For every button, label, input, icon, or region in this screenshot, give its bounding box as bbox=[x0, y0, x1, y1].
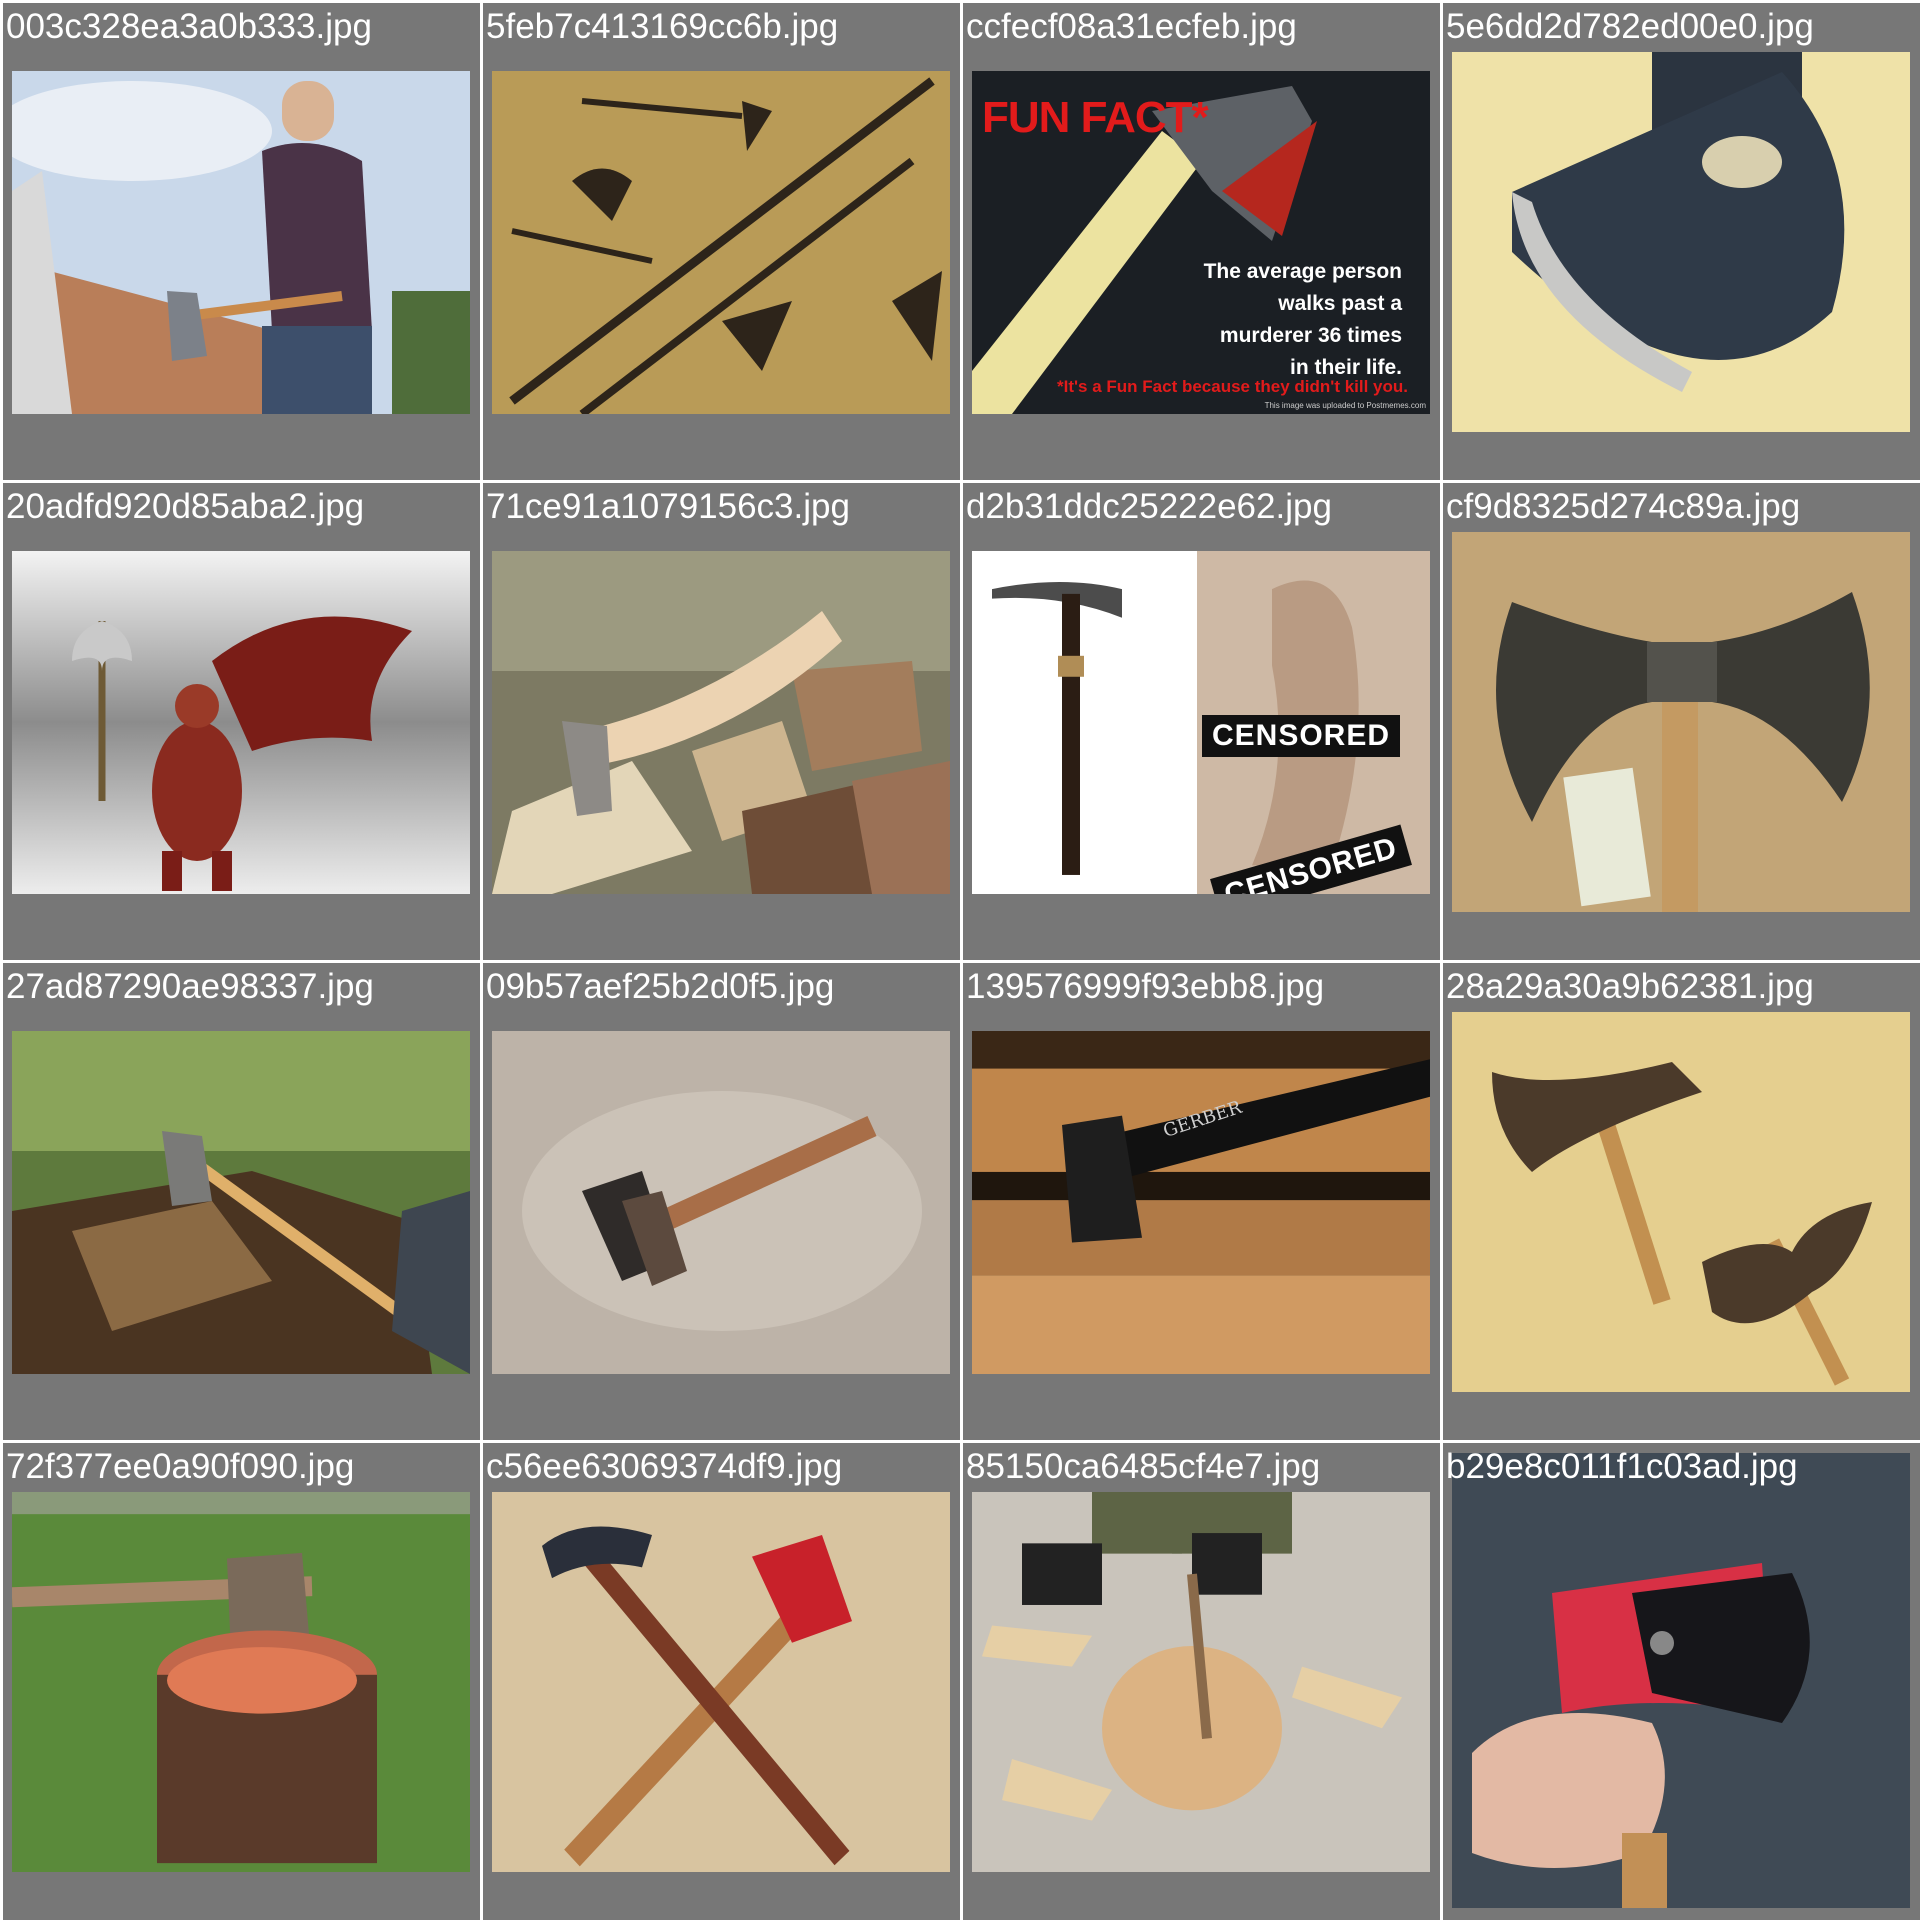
image-tile[interactable]: 71ce91a1079156c3.jpg bbox=[483, 483, 960, 960]
tile-filename: d2b31ddc25222e62.jpg bbox=[966, 487, 1332, 526]
image-tile[interactable]: b29e8c011f1c03ad.jpg bbox=[1443, 1443, 1920, 1920]
thumbnail-hand-holding-red-hatchet[interactable] bbox=[1452, 1453, 1910, 1908]
thumbnail-two-antique-axes[interactable] bbox=[1452, 1012, 1910, 1392]
tile-filename: cf9d8325d274c89a.jpg bbox=[1446, 487, 1801, 526]
meme-body: The average person walks past a murderer… bbox=[1203, 260, 1402, 379]
image-tile[interactable]: 5e6dd2d782ed00e0.jpg bbox=[1443, 3, 1920, 480]
thumbnail-axe-in-stump-grass[interactable] bbox=[12, 1492, 470, 1872]
image-tile[interactable]: 5feb7c413169cc6b.jpg bbox=[483, 3, 960, 480]
tile-filename: c56ee63069374df9.jpg bbox=[486, 1447, 843, 1486]
image-tile[interactable]: 85150ca6485cf4e7.jpg bbox=[963, 1443, 1440, 1920]
image-tile[interactable]: 003c328ea3a0b333.jpg bbox=[3, 3, 480, 480]
tile-filename: 72f377ee0a90f090.jpg bbox=[6, 1447, 355, 1486]
tile-filename: 28a29a30a9b62381.jpg bbox=[1446, 967, 1814, 1006]
image-tile[interactable]: 20adfd920d85aba2.jpg bbox=[3, 483, 480, 960]
thumbnail-axe-head-closeup[interactable] bbox=[1452, 52, 1910, 432]
image-tile[interactable]: d2b31ddc25222e62.jpg CENSORED CENSORED bbox=[963, 483, 1440, 960]
thumbnail-hammer-and-red-hatchet[interactable] bbox=[492, 1492, 950, 1872]
tile-filename: ccfecf08a31ecfeb.jpg bbox=[966, 7, 1297, 46]
thumbnail-double-axe-with-bill[interactable] bbox=[1452, 532, 1910, 912]
tile-filename: 85150ca6485cf4e7.jpg bbox=[966, 1447, 1321, 1486]
image-tile[interactable]: 139576999f93ebb8.jpg GERBER bbox=[963, 963, 1440, 1440]
thumbnail-gerber-axe-on-logs[interactable]: GERBER bbox=[972, 1031, 1430, 1374]
thumbnail-tomahawk-and-censored-poster[interactable]: CENSORED CENSORED bbox=[972, 551, 1430, 894]
tile-filename: 27ad87290ae98337.jpg bbox=[6, 967, 374, 1006]
thumbnail-pole-weapons[interactable] bbox=[492, 71, 950, 414]
tile-filename: 71ce91a1079156c3.jpg bbox=[486, 487, 850, 526]
thumbnail-fun-fact-meme[interactable]: FUN FACT* The average person walks past … bbox=[972, 71, 1430, 414]
image-grid: 003c328ea3a0b333.jpg 5feb7c413169cc6b.jp… bbox=[0, 0, 1920, 1920]
tile-filename: 139576999f93ebb8.jpg bbox=[966, 967, 1325, 1006]
thumbnail-splitting-wood[interactable] bbox=[972, 1492, 1430, 1872]
meme-credit: This image was uploaded to Postmemes.com bbox=[1264, 401, 1426, 410]
image-tile[interactable]: cf9d8325d274c89a.jpg bbox=[1443, 483, 1920, 960]
tile-filename: b29e8c011f1c03ad.jpg bbox=[1446, 1447, 1798, 1486]
image-tile[interactable]: 28a29a30a9b62381.jpg bbox=[1443, 963, 1920, 1440]
thumbnail-woman-axing-log[interactable] bbox=[12, 71, 470, 414]
thumbnail-demon-figurine[interactable] bbox=[12, 551, 470, 894]
tile-filename: 5e6dd2d782ed00e0.jpg bbox=[1446, 7, 1814, 46]
tile-filename: 003c328ea3a0b333.jpg bbox=[6, 7, 372, 46]
thumbnail-small-hatchet[interactable] bbox=[492, 1031, 950, 1374]
meme-footnote: *It's a Fun Fact because they didn't kil… bbox=[1057, 377, 1408, 396]
image-tile[interactable]: 72f377ee0a90f090.jpg bbox=[3, 1443, 480, 1920]
image-tile[interactable]: 27ad87290ae98337.jpg bbox=[3, 963, 480, 1440]
image-tile[interactable]: c56ee63069374df9.jpg bbox=[483, 1443, 960, 1920]
censor-label: CENSORED bbox=[1202, 715, 1401, 757]
image-tile[interactable]: ccfecf08a31ecfeb.jpg FUN FACT* The avera… bbox=[963, 3, 1440, 480]
tile-filename: 09b57aef25b2d0f5.jpg bbox=[486, 967, 835, 1006]
thumbnail-axe-in-log-outdoors[interactable] bbox=[12, 1031, 470, 1374]
tile-filename: 5feb7c413169cc6b.jpg bbox=[486, 7, 839, 46]
tile-filename: 20adfd920d85aba2.jpg bbox=[6, 487, 365, 526]
meme-title: FUN FACT* bbox=[982, 93, 1209, 142]
thumbnail-hatchet-in-woodpile[interactable] bbox=[492, 551, 950, 894]
image-tile[interactable]: 09b57aef25b2d0f5.jpg bbox=[483, 963, 960, 1440]
